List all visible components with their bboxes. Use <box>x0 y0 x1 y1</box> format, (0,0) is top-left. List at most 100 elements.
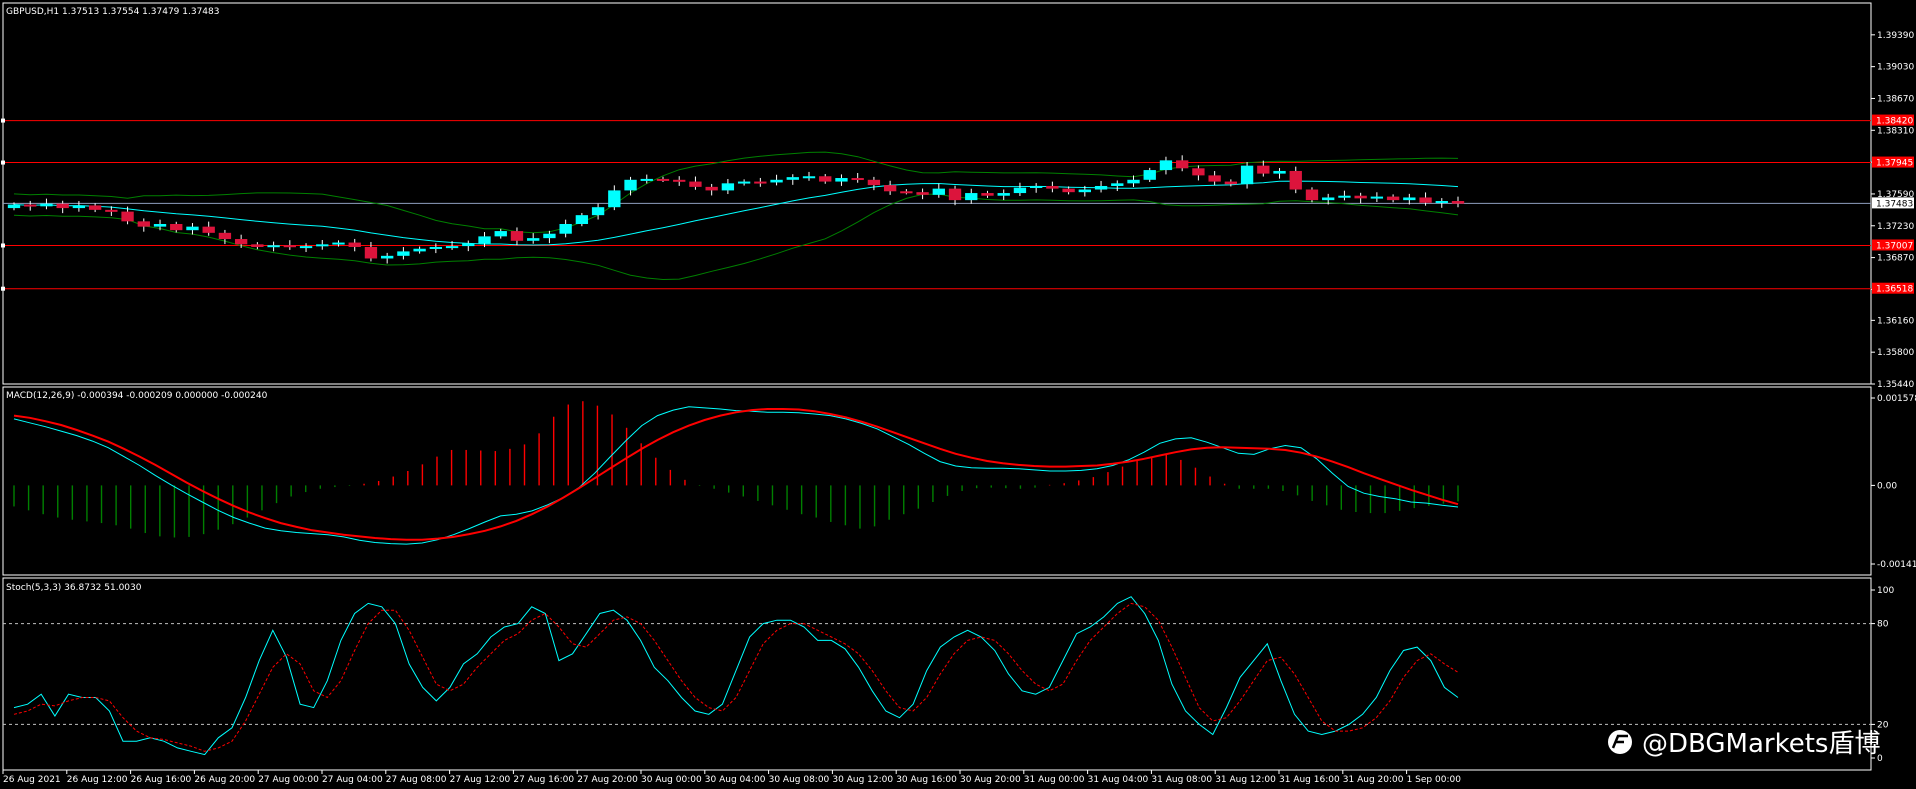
level-handle <box>1 160 5 165</box>
bull-candle <box>1078 189 1091 193</box>
time-axis-label: 31 Aug 12:00 <box>1215 775 1276 785</box>
level-handle <box>1 118 5 123</box>
macd-main-line <box>13 406 1459 545</box>
macd-signal-line <box>13 408 1459 541</box>
bull-candle <box>1338 195 1351 198</box>
bear-candle <box>24 204 37 207</box>
bear-candle <box>689 181 702 187</box>
bear-candle <box>121 211 134 222</box>
candlesticks <box>7 155 1465 264</box>
bull-candle <box>932 188 945 195</box>
bull-candle <box>397 251 410 256</box>
time-axis-label: 27 Aug 16:00 <box>513 775 574 785</box>
macd-axis-label: 0.00 <box>1877 481 1897 491</box>
macd-panel-frame <box>2 386 1872 576</box>
bull-candle <box>72 205 86 209</box>
bear-candle <box>1224 181 1238 185</box>
bull-candle <box>1370 196 1384 199</box>
time-axis-label: 31 Aug 20:00 <box>1343 775 1404 785</box>
bull-candle <box>1013 187 1027 194</box>
bull-candle <box>7 204 21 209</box>
bull-candle <box>316 244 329 247</box>
stoch-panel-frame <box>2 577 1872 771</box>
price-panel-title: GBPUSD,H1 1.37513 1.37554 1.37479 1.3748… <box>6 7 219 17</box>
bollinger-upper-line <box>13 151 1459 234</box>
macd-axis: 0.001578 0.00 -0.001419 <box>1871 394 1916 570</box>
time-axis-label: 30 Aug 00:00 <box>641 775 702 785</box>
time-axis-label: 26 Aug 16:00 <box>131 775 192 785</box>
bear-candle <box>851 178 864 181</box>
level-handle <box>1 243 5 248</box>
bull-candle <box>1111 183 1124 186</box>
bear-candle <box>1289 170 1302 190</box>
bear-candle <box>137 221 150 227</box>
time-axis-label: 31 Aug 04:00 <box>1088 775 1149 785</box>
bear-candle <box>234 239 248 245</box>
bull-candle <box>802 176 816 179</box>
watermark: @DBGMarkets盾博 <box>1608 729 1880 759</box>
bull-candle <box>835 178 848 182</box>
level-price-label: 1.36518 <box>1876 285 1913 295</box>
bull-candle <box>1143 170 1156 180</box>
price-axis-label: 1.35800 <box>1877 348 1914 358</box>
macd-axis-label: 0.001578 <box>1877 394 1916 404</box>
macd-histogram <box>13 401 1459 538</box>
bull-candle <box>559 223 572 234</box>
bear-candle <box>1046 185 1059 189</box>
current-price-label: 1.37483 <box>1876 199 1913 209</box>
bull-candle <box>1403 197 1416 201</box>
level-price-label: 1.37945 <box>1876 159 1913 169</box>
bull-candle <box>527 238 540 241</box>
time-axis-label: 26 Aug 12:00 <box>67 775 128 785</box>
bear-candle <box>705 186 718 191</box>
time-axis-label: 27 Aug 00:00 <box>258 775 319 785</box>
bull-candle <box>1094 185 1108 190</box>
price-axis-label: 1.37230 <box>1877 222 1914 232</box>
price-axis-label: 1.38310 <box>1877 126 1914 136</box>
time-axis-label: 30 Aug 12:00 <box>832 775 893 785</box>
bear-candle <box>348 242 361 247</box>
price-axis-label: 1.39390 <box>1877 31 1914 41</box>
stoch-axis-label: 100 <box>1877 586 1894 596</box>
bear-candle <box>105 209 118 212</box>
bull-candle <box>40 203 53 207</box>
watermark-text: @DBGMarkets盾博 <box>1642 729 1880 759</box>
bull-candle <box>494 231 507 237</box>
bear-candle <box>948 188 962 201</box>
time-axis-label: 31 Aug 00:00 <box>1024 775 1085 785</box>
stoch-panel-title: Stoch(5,3,3) 36.8732 51.0030 <box>6 583 142 593</box>
bear-candle <box>88 205 102 210</box>
stoch-main-line <box>13 596 1459 756</box>
bear-candle <box>218 232 232 240</box>
price-axis-label: 1.36870 <box>1877 254 1914 264</box>
time-axis-label: 26 Aug 20:00 <box>194 775 255 785</box>
bear-candle <box>1257 165 1270 174</box>
bear-candle <box>883 185 897 192</box>
trading-chart: 1.393901.390301.386701.383101.379501.375… <box>1 2 1916 785</box>
bull-candle <box>640 178 653 181</box>
bull-candle <box>381 255 394 259</box>
bear-candle <box>1451 201 1465 204</box>
time-axis-label: 26 Aug 2021 <box>3 775 61 785</box>
bull-candle <box>413 248 426 252</box>
bull-candle <box>1029 185 1043 188</box>
bear-candle <box>1192 168 1205 176</box>
bear-candle <box>56 203 69 209</box>
bull-candle <box>1273 170 1286 174</box>
time-axis-label: 30 Aug 08:00 <box>769 775 830 785</box>
bear-candle <box>867 179 881 186</box>
bear-candle <box>170 223 183 231</box>
bull-candle <box>1435 201 1448 204</box>
time-axis-label: 27 Aug 12:00 <box>450 775 511 785</box>
bear-candle <box>1386 196 1400 201</box>
time-axis-label: 30 Aug 20:00 <box>960 775 1021 785</box>
bull-candle <box>591 207 605 216</box>
time-axis-label: 31 Aug 16:00 <box>1279 775 1340 785</box>
bear-candle <box>754 181 767 184</box>
bull-candle <box>965 193 978 201</box>
time-axis-label: 27 Aug 08:00 <box>386 775 447 785</box>
bull-candle <box>332 242 345 245</box>
bull-candle <box>721 183 735 191</box>
bear-candle <box>283 245 296 248</box>
stoch-axis-label: 80 <box>1877 620 1889 630</box>
